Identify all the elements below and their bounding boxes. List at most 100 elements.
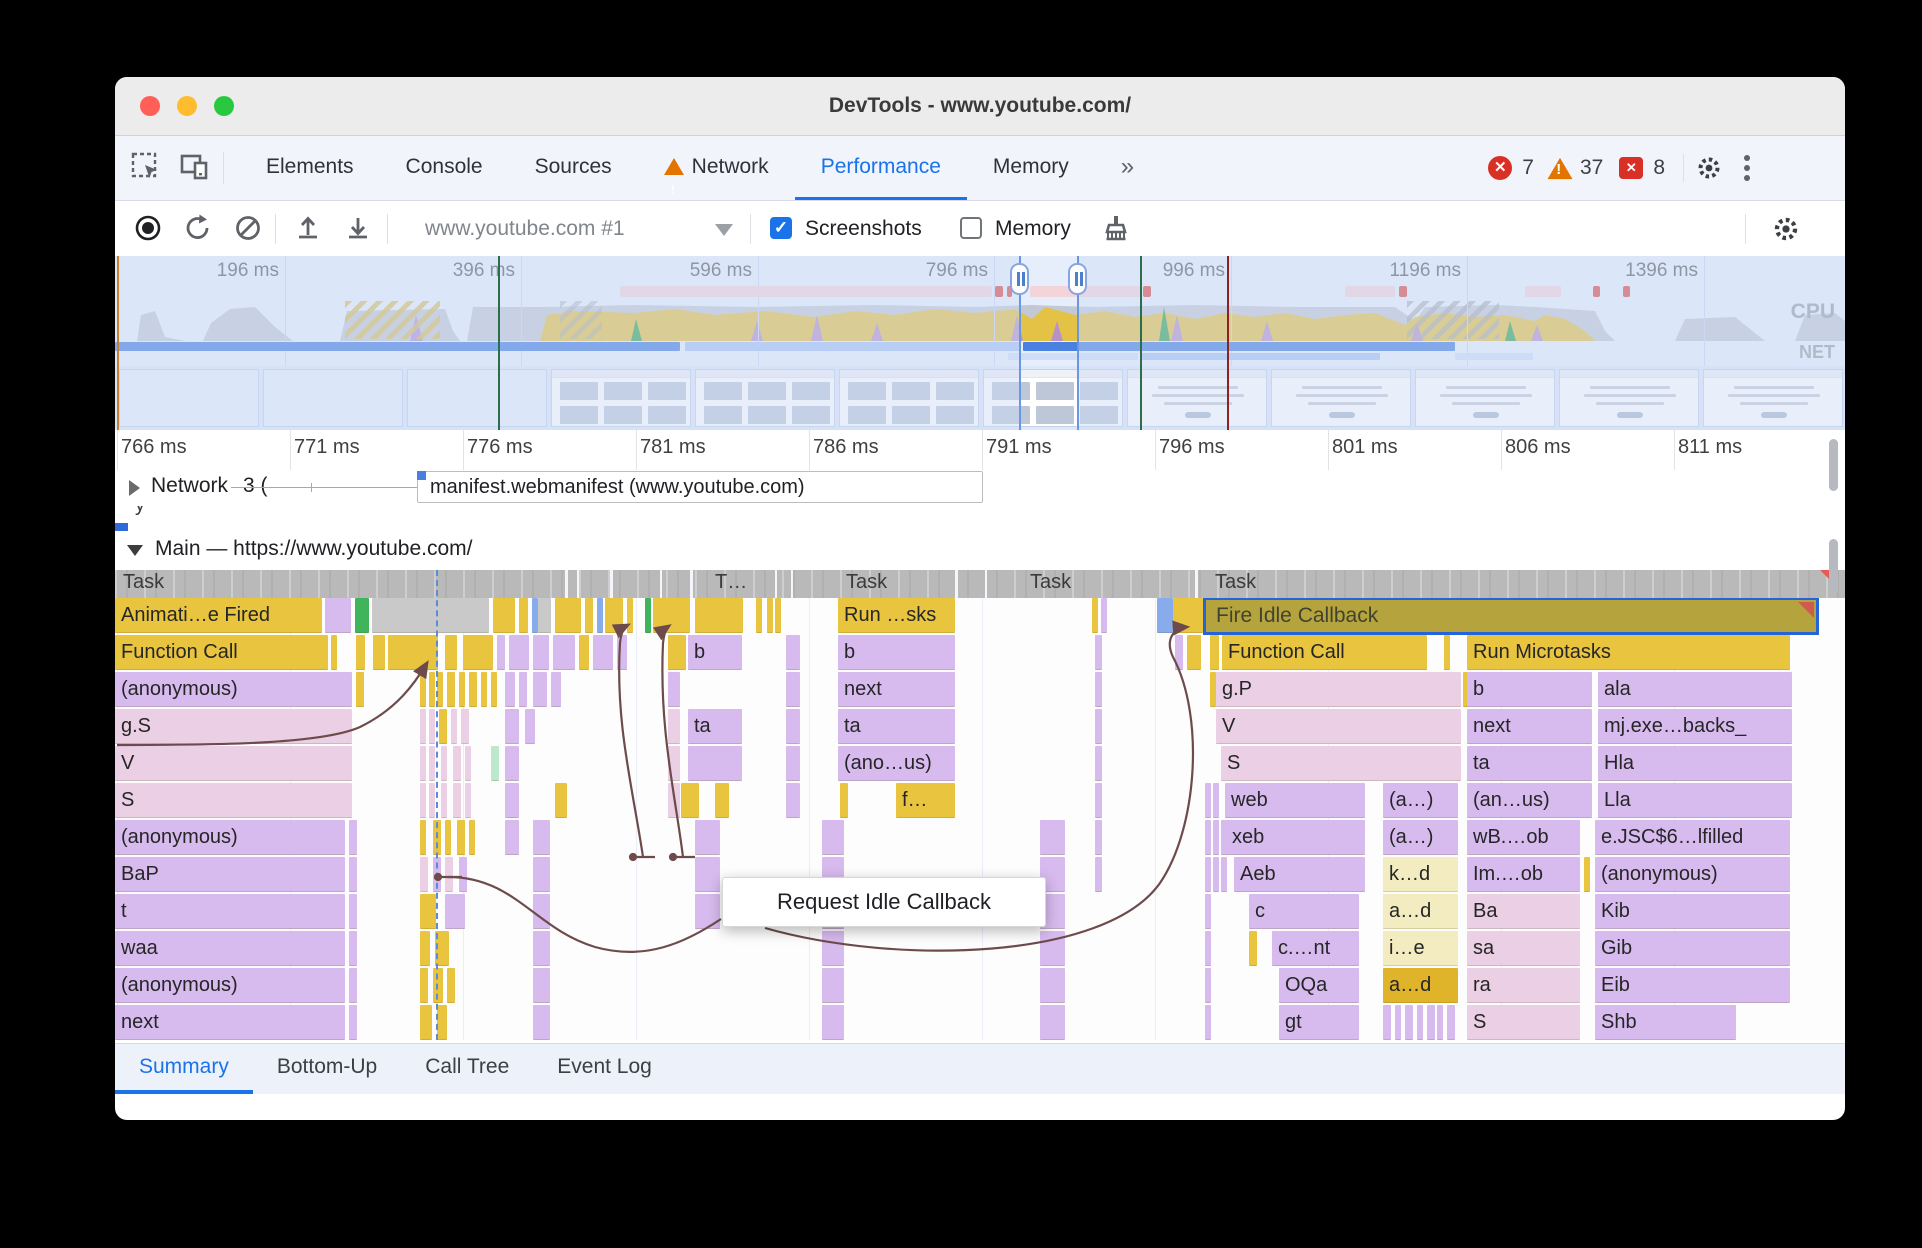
details-tab-call-tree[interactable]: Call Tree — [401, 1044, 533, 1090]
selected-event-fire-idle-callback[interactable]: Fire Idle Callback — [1203, 598, 1819, 635]
memory-checkbox[interactable] — [960, 217, 982, 239]
flame-bar[interactable]: S — [1221, 746, 1461, 781]
flame-bar[interactable] — [505, 672, 515, 707]
flame-bar[interactable] — [457, 820, 465, 855]
flame-bar[interactable] — [1210, 635, 1219, 670]
flame-bar[interactable] — [1092, 598, 1098, 633]
flame-bar[interactable] — [1447, 1005, 1455, 1040]
flame-bar[interactable] — [519, 598, 528, 633]
flame-bar[interactable]: Function Call — [1222, 635, 1427, 670]
flame-bar[interactable] — [1205, 968, 1211, 1003]
flame-bar[interactable] — [1427, 1005, 1435, 1040]
flame-bar[interactable] — [493, 598, 515, 633]
flame-bar[interactable] — [349, 894, 357, 929]
flame-bar[interactable] — [356, 672, 364, 707]
flame-bar[interactable] — [668, 709, 680, 744]
error-count[interactable]: 7 — [1522, 156, 1534, 180]
flame-bar[interactable] — [822, 968, 844, 1003]
flame-bar[interactable] — [349, 1005, 357, 1040]
flame-bar[interactable] — [349, 931, 357, 966]
flame-bar[interactable] — [505, 783, 519, 818]
flame-bar[interactable]: b — [838, 635, 955, 670]
flame-bar[interactable] — [469, 672, 477, 707]
network-request-bar[interactable]: manifest.webmanifest (www.youtube.com) — [417, 471, 983, 503]
flame-bar[interactable] — [445, 635, 457, 670]
flame-bar[interactable] — [756, 598, 762, 633]
vertical-scrollbar-thumb[interactable] — [1829, 439, 1838, 491]
flame-bar[interactable] — [668, 672, 680, 707]
flame-bar[interactable]: (anonymous) — [115, 820, 345, 855]
flame-bar[interactable] — [668, 746, 680, 781]
flame-bar[interactable] — [1095, 820, 1102, 855]
flame-bar[interactable] — [597, 598, 603, 633]
flame-bar[interactable]: a…d — [1383, 894, 1458, 929]
flame-bar[interactable] — [786, 709, 800, 744]
flame-bar[interactable]: web — [1225, 783, 1365, 818]
flame-bar[interactable]: Lla — [1598, 783, 1792, 818]
flame-bar[interactable] — [349, 968, 357, 1003]
flame-bar[interactable] — [519, 672, 527, 707]
flame-bar[interactable] — [715, 783, 729, 818]
flame-bar[interactable] — [579, 635, 589, 670]
flame-bar[interactable]: wB.…ob — [1467, 820, 1580, 855]
flame-bar[interactable] — [645, 598, 651, 633]
flame-bar[interactable] — [775, 598, 781, 633]
flame-bar[interactable] — [325, 598, 351, 633]
inspect-element-icon[interactable] — [131, 152, 161, 182]
tab-console[interactable]: Console — [380, 136, 509, 197]
flame-bar[interactable] — [429, 783, 435, 818]
flame-bar[interactable] — [617, 635, 627, 670]
flame-bar[interactable] — [1095, 635, 1102, 670]
tab-network[interactable]: Network — [638, 136, 795, 221]
flame-bar[interactable] — [555, 598, 581, 633]
flame-bar[interactable] — [822, 1005, 844, 1040]
flame-bar[interactable] — [349, 857, 357, 892]
flame-bar[interactable] — [533, 672, 547, 707]
flame-bar[interactable]: OQa — [1279, 968, 1359, 1003]
flame-bar[interactable] — [786, 635, 800, 670]
flame-bar[interactable] — [553, 635, 575, 670]
settings-gear-icon[interactable] — [1694, 153, 1724, 183]
flame-bar[interactable] — [437, 1005, 447, 1040]
more-tabs-icon[interactable]: » — [1095, 136, 1160, 197]
flame-bar[interactable] — [420, 931, 430, 966]
flame-bar[interactable] — [481, 672, 487, 707]
flame-bar[interactable] — [786, 746, 800, 781]
flame-bar[interactable] — [459, 672, 465, 707]
flame-bar[interactable] — [1175, 635, 1183, 670]
flame-bar[interactable] — [653, 598, 690, 633]
flame-bar[interactable] — [1205, 894, 1211, 929]
flame-bar[interactable] — [533, 1005, 550, 1040]
flame-bar[interactable] — [551, 672, 561, 707]
reload-and-record-button[interactable] — [183, 213, 213, 243]
flame-bar[interactable]: ra — [1467, 968, 1580, 1003]
selection-left-handle[interactable] — [1010, 263, 1029, 295]
flame-bar[interactable]: Animati…e Fired — [115, 598, 322, 633]
details-tab-event-log[interactable]: Event Log — [533, 1044, 676, 1090]
flame-bar[interactable]: (an…us) — [1467, 783, 1592, 818]
flame-bar[interactable] — [822, 931, 844, 966]
flame-bar[interactable] — [786, 783, 800, 818]
details-tab-summary[interactable]: Summary — [115, 1044, 253, 1094]
network-track-label[interactable]: Network — [151, 474, 228, 498]
main-disclosure-icon[interactable] — [127, 545, 143, 556]
flame-bar[interactable] — [533, 968, 550, 1003]
flame-bar[interactable] — [459, 857, 467, 892]
flame-bar[interactable] — [420, 857, 428, 892]
flame-bar[interactable] — [429, 746, 435, 781]
screenshots-checkbox[interactable]: ✓ — [770, 217, 792, 239]
flame-bar[interactable] — [355, 598, 369, 633]
flame-bar[interactable] — [505, 820, 519, 855]
flame-bar[interactable] — [1584, 857, 1590, 892]
flame-bar[interactable]: next — [115, 1005, 345, 1040]
flame-bar[interactable] — [420, 783, 426, 818]
flame-bar[interactable] — [1213, 857, 1219, 892]
flame-bar[interactable] — [1095, 672, 1102, 707]
flame-bar[interactable] — [668, 635, 686, 670]
flame-bar[interactable] — [465, 746, 471, 781]
flame-bar[interactable]: waa — [115, 931, 345, 966]
flame-bar[interactable] — [420, 709, 426, 744]
flame-bar[interactable]: Im.…ob — [1467, 857, 1580, 892]
flame-bar[interactable]: S — [1467, 1005, 1580, 1040]
flame-bar[interactable] — [1405, 1005, 1413, 1040]
